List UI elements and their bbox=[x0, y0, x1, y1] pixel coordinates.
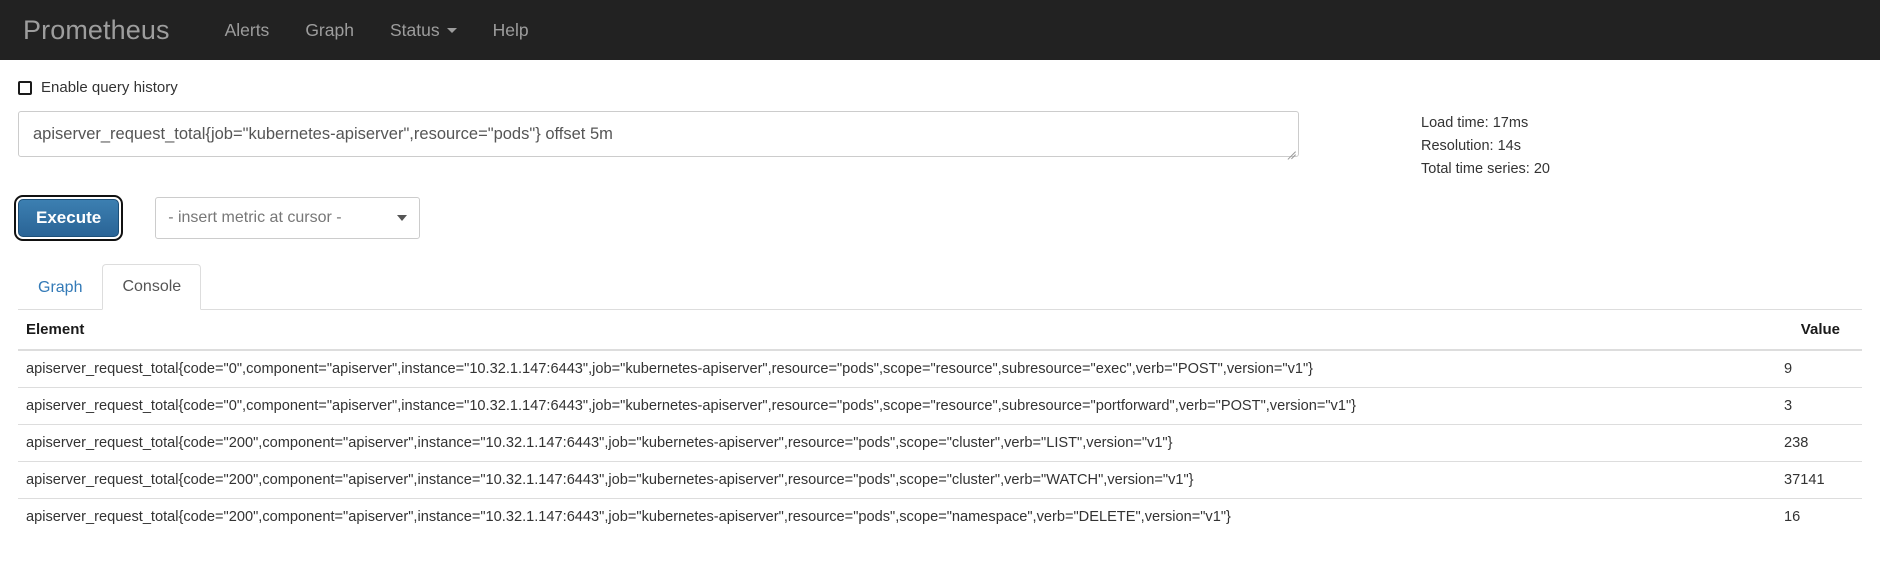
execute-button[interactable]: Execute bbox=[13, 194, 124, 242]
stat-load-time: Load time: 17ms bbox=[1421, 115, 1529, 131]
cell-element: apiserver_request_total{code="200",compo… bbox=[18, 461, 1778, 499]
enable-query-history-label[interactable]: Enable query history bbox=[41, 79, 178, 96]
cell-value: 9 bbox=[1778, 349, 1862, 388]
results-table-body: apiserver_request_total{code="0",compone… bbox=[18, 349, 1862, 536]
tab-graph[interactable]: Graph bbox=[18, 265, 102, 310]
query-row: Load time: 17ms Resolution: 14s Total ti… bbox=[18, 111, 1862, 181]
table-row: apiserver_request_total{code="200",compo… bbox=[18, 498, 1862, 536]
table-row: apiserver_request_total{code="0",compone… bbox=[18, 387, 1862, 425]
nav-item-label: Graph bbox=[305, 20, 354, 40]
column-header-value: Value bbox=[1778, 310, 1862, 352]
results-table: Element Value apiserver_request_total{co… bbox=[18, 310, 1862, 536]
expression-input[interactable] bbox=[18, 111, 1299, 157]
nav-items: Alerts Graph Status Help bbox=[207, 0, 547, 60]
cell-element: apiserver_request_total{code="200",compo… bbox=[18, 424, 1778, 462]
expression-wrapper bbox=[18, 111, 1299, 157]
nav-item-label: Alerts bbox=[224, 20, 270, 40]
table-row: apiserver_request_total{code="200",compo… bbox=[18, 424, 1862, 462]
tab-console[interactable]: Console bbox=[102, 264, 202, 311]
query-history-row: Enable query history bbox=[18, 79, 1862, 96]
nav-item-alerts[interactable]: Alerts bbox=[207, 0, 288, 60]
nav-item-help[interactable]: Help bbox=[475, 0, 547, 60]
insert-metric-select-value: - insert metric at cursor - bbox=[168, 209, 342, 226]
results-table-head: Element Value bbox=[18, 310, 1862, 352]
nav-item-status[interactable]: Status bbox=[372, 0, 475, 60]
cell-value: 3 bbox=[1778, 387, 1862, 425]
column-header-element: Element bbox=[18, 310, 1778, 352]
stat-total-time-series: Total time series: 20 bbox=[1421, 161, 1550, 177]
brand-prometheus[interactable]: Prometheus bbox=[18, 16, 185, 44]
insert-metric-select[interactable]: - insert metric at cursor - bbox=[155, 197, 421, 239]
nav-item-label: Status bbox=[389, 20, 440, 40]
results-table-header-row: Element Value bbox=[18, 310, 1862, 352]
nav-item-graph[interactable]: Graph bbox=[287, 0, 372, 60]
controls-row: Execute - insert metric at cursor - bbox=[13, 194, 1862, 242]
navbar: Prometheus Alerts Graph Status Help bbox=[0, 0, 1880, 60]
cell-element: apiserver_request_total{code="0",compone… bbox=[18, 387, 1778, 425]
result-tabs: Graph Console bbox=[18, 264, 1862, 311]
cell-element: apiserver_request_total{code="0",compone… bbox=[18, 349, 1778, 388]
stat-resolution: Resolution: 14s bbox=[1421, 138, 1521, 154]
cell-value: 37141 bbox=[1778, 461, 1862, 499]
cell-value: 238 bbox=[1778, 424, 1862, 462]
table-row: apiserver_request_total{code="0",compone… bbox=[18, 349, 1862, 388]
main-container: Enable query history Load time: 17ms Res… bbox=[0, 79, 1880, 536]
chevron-down-icon bbox=[397, 215, 408, 221]
query-stats: Load time: 17ms Resolution: 14s Total ti… bbox=[1421, 111, 1550, 181]
table-row: apiserver_request_total{code="200",compo… bbox=[18, 461, 1862, 499]
cell-value: 16 bbox=[1778, 498, 1862, 536]
cell-element: apiserver_request_total{code="200",compo… bbox=[18, 498, 1778, 536]
enable-query-history-checkbox[interactable] bbox=[18, 80, 32, 95]
nav-item-label: Help bbox=[492, 20, 529, 40]
chevron-down-icon bbox=[446, 27, 457, 33]
